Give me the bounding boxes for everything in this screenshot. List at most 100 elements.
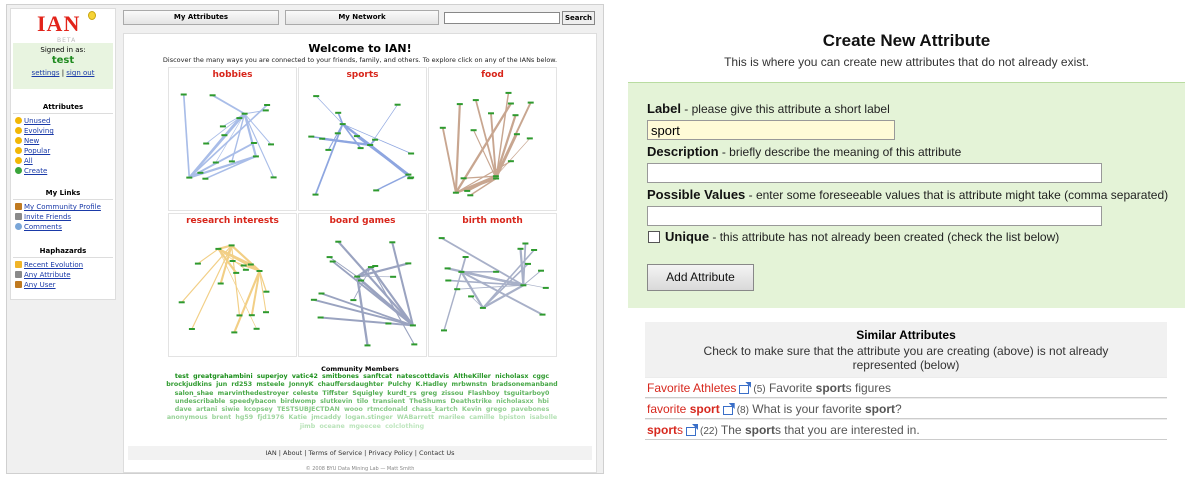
sidebar-item-new[interactable]: New (13, 136, 113, 146)
community-member-link[interactable]: chass_kartch (412, 406, 458, 413)
community-member-link[interactable]: natescottdavis (397, 373, 450, 380)
sidebar-item-all[interactable]: All (13, 156, 113, 166)
settings-link[interactable]: settings (32, 69, 60, 77)
community-member-link[interactable]: bpiston (499, 414, 526, 421)
community-member-link[interactable]: hbi (538, 398, 549, 405)
footer-links[interactable]: IAN | About | Terms of Service | Privacy… (128, 446, 592, 460)
community-member-link[interactable]: jmcaddy (311, 414, 341, 421)
ian-logo[interactable]: IAN (37, 11, 80, 37)
add-attribute-button[interactable]: Add Attribute (647, 264, 754, 291)
community-member-link[interactable]: greg (421, 390, 437, 397)
community-member-link[interactable]: chauffersdaughter (318, 381, 384, 388)
community-member-link[interactable]: birdwomp (280, 398, 316, 405)
community-member-link[interactable]: rtmcdonald (367, 406, 408, 413)
sidebar-item-popular[interactable]: Popular (13, 146, 113, 156)
community-member-link[interactable]: Tiffster (322, 390, 348, 397)
community-member-link[interactable]: siwie (222, 406, 240, 413)
ian-tile[interactable]: research interests (168, 213, 297, 357)
sidebar-item-create[interactable]: Create (13, 166, 113, 176)
community-member-link[interactable]: AltheKiller (453, 373, 491, 380)
community-member-link[interactable]: transient (373, 398, 406, 405)
community-member-link[interactable]: hg59 (235, 414, 253, 421)
community-member-link[interactable]: bradsonemanband (491, 381, 557, 388)
community-member-link[interactable]: slutkevin (320, 398, 352, 405)
ian-tile[interactable]: birth month (428, 213, 557, 357)
community-member-link[interactable]: sanftcat (363, 373, 392, 380)
community-member-link[interactable]: Deathstrike (450, 398, 492, 405)
community-member-link[interactable]: tsguitarboy0 (504, 390, 550, 397)
community-member-link[interactable]: jimb (300, 423, 315, 430)
community-member-link[interactable]: nicholasxx (496, 398, 533, 405)
community-member-link[interactable]: Kevin (462, 406, 482, 413)
ian-tile[interactable]: board games (298, 213, 427, 357)
community-member-link[interactable]: WABarrett (397, 414, 434, 421)
community-member-link[interactable]: jun (216, 381, 227, 388)
ian-tile[interactable]: sports (298, 67, 427, 211)
community-member-link[interactable]: dave (175, 406, 192, 413)
sign-out-link[interactable]: sign out (66, 69, 94, 77)
possible-values-input[interactable] (647, 206, 1102, 226)
community-member-link[interactable]: celeste (293, 390, 318, 397)
external-link-icon[interactable] (686, 424, 698, 436)
community-member-link[interactable]: rd253 (231, 381, 252, 388)
community-member-link[interactable]: wooo (344, 406, 363, 413)
community-member-link[interactable]: undescribable (175, 398, 225, 405)
external-link-icon[interactable] (739, 382, 751, 394)
my-attributes-button[interactable]: My Attributes (123, 10, 279, 25)
community-member-link[interactable]: K.Hadley (415, 381, 447, 388)
sidebar-item-any-attribute[interactable]: Any Attribute (13, 270, 113, 280)
sidebar-item-comments[interactable]: Comments (13, 222, 113, 232)
community-member-link[interactable]: oceane (319, 423, 344, 430)
community-member-link[interactable]: smitbones (322, 373, 359, 380)
community-member-link[interactable]: isabelle (530, 414, 558, 421)
search-input[interactable] (444, 12, 560, 24)
external-link-icon[interactable] (722, 403, 735, 415)
community-member-link[interactable]: mgeecee (349, 423, 381, 430)
community-member-link[interactable]: zissou (441, 390, 463, 397)
community-member-link[interactable]: JonnyK (289, 381, 314, 388)
attribute-link[interactable]: Favorite Athletes (647, 381, 736, 395)
community-member-link[interactable]: brockjudkins (166, 381, 212, 388)
sidebar-item-community-profile[interactable]: My Community Profile (13, 202, 113, 212)
community-member-link[interactable]: Flashboy (468, 390, 500, 397)
ian-tile[interactable]: food (428, 67, 557, 211)
community-member-link[interactable]: pavebones (511, 406, 549, 413)
community-member-link[interactable]: superjoy (257, 373, 288, 380)
community-member-link[interactable]: logan.stinger (345, 414, 392, 421)
community-member-link[interactable]: tilo (357, 398, 369, 405)
sidebar-item-recent-evolution[interactable]: Recent Evolution (13, 260, 113, 270)
sidebar-item-unused[interactable]: Unused (13, 116, 113, 126)
attribute-link[interactable]: favorite sport (647, 402, 720, 416)
attribute-link[interactable]: sports (647, 423, 683, 437)
unique-checkbox[interactable] (648, 231, 660, 243)
description-input[interactable] (647, 163, 1102, 183)
sidebar-item-evolving[interactable]: Evolving (13, 126, 113, 136)
community-member-link[interactable]: Squigley (352, 390, 383, 397)
community-member-link[interactable]: vatic42 (292, 373, 318, 380)
community-member-link[interactable]: Pulchy (388, 381, 412, 388)
community-member-link[interactable]: anonymous (167, 414, 208, 421)
community-member-link[interactable]: Katie (288, 414, 307, 421)
community-member-link[interactable]: TESTSUBJECTDAN (277, 406, 340, 413)
community-member-link[interactable]: grego (486, 406, 507, 413)
community-member-link[interactable]: greatgrahambini (193, 373, 253, 380)
my-network-button[interactable]: My Network (285, 10, 439, 25)
search-button[interactable]: Search (562, 11, 595, 25)
community-member-link[interactable]: cggc (533, 373, 549, 380)
community-member-link[interactable]: brent (212, 414, 231, 421)
community-member-link[interactable]: marilee (438, 414, 465, 421)
community-member-link[interactable]: speedybacon (229, 398, 276, 405)
community-member-link[interactable]: TheShums (409, 398, 446, 405)
community-member-link[interactable]: kcopsey (244, 406, 273, 413)
community-member-link[interactable]: msteele (256, 381, 284, 388)
community-member-link[interactable]: mrbwnstn (452, 381, 488, 388)
community-member-link[interactable]: camille (469, 414, 494, 421)
community-member-link[interactable]: nicholasx (495, 373, 528, 380)
community-member-link[interactable]: test (175, 373, 189, 380)
sidebar-item-invite-friends[interactable]: Invite Friends (13, 212, 113, 222)
ian-tile[interactable]: hobbies (168, 67, 297, 211)
sidebar-item-any-user[interactable]: Any User (13, 280, 113, 290)
label-input[interactable]: sport (647, 120, 895, 140)
community-member-link[interactable]: kurdt_rs (387, 390, 416, 397)
community-member-link[interactable]: salon_shae (175, 390, 214, 397)
